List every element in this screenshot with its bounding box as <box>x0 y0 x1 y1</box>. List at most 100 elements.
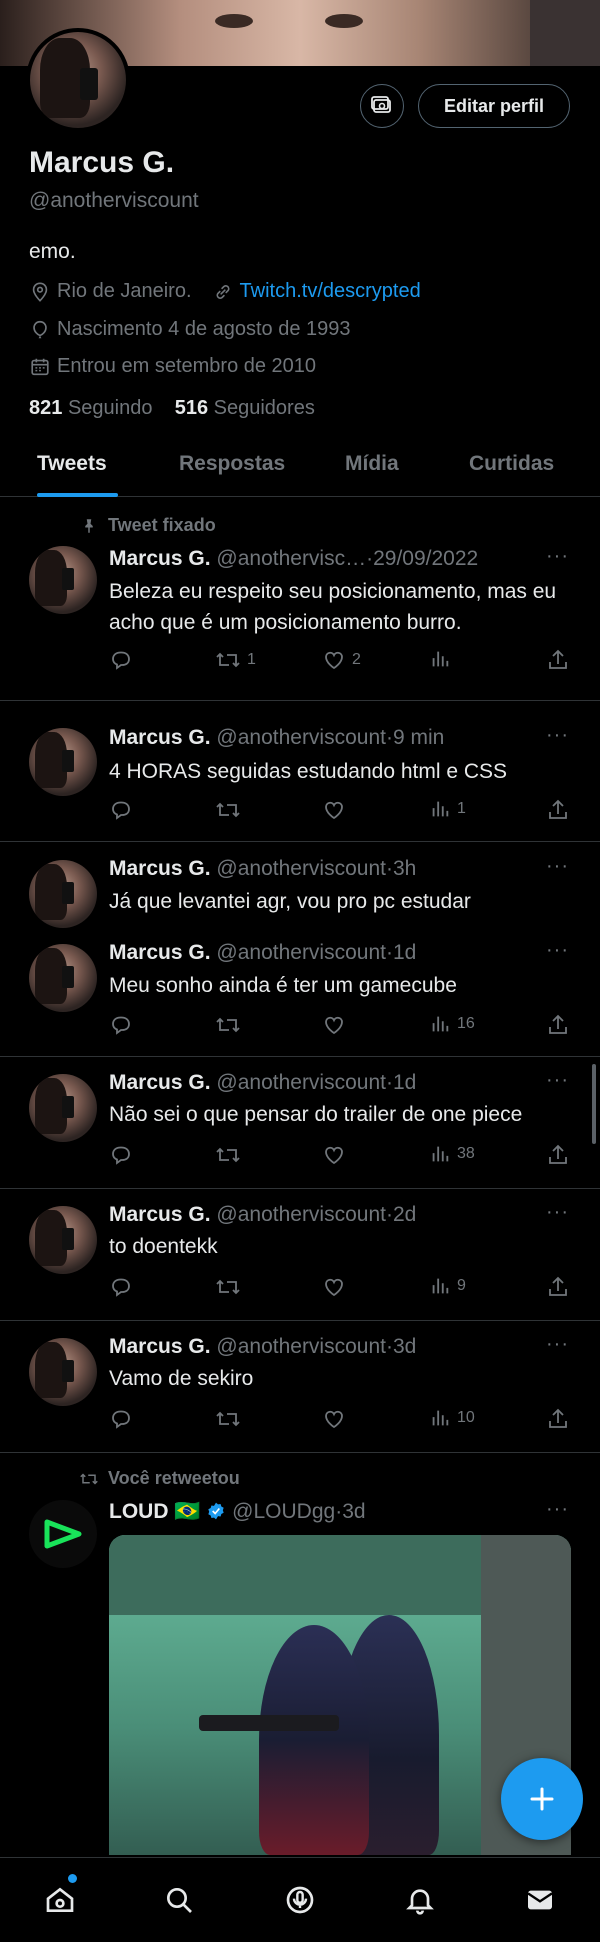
balloon-icon <box>33 320 47 338</box>
tweet-text[interactable]: Já que levantei agr, vou pro pc estudar <box>109 886 579 917</box>
reply-button[interactable] <box>109 798 139 822</box>
bell-icon <box>406 1889 434 1915</box>
heart-icon <box>325 801 343 820</box>
tweet-avatar[interactable] <box>29 546 97 614</box>
share-button[interactable] <box>546 1275 570 1299</box>
like-button[interactable] <box>322 1275 352 1299</box>
reply-button[interactable] <box>109 1275 139 1299</box>
profile-link[interactable]: Twitch.tv/descrypted <box>240 280 421 303</box>
retweet-button[interactable]: 1 <box>215 648 256 672</box>
views-button[interactable]: 1 <box>429 798 466 820</box>
tweet-avatar[interactable] <box>29 728 97 796</box>
reply-button[interactable] <box>109 1407 139 1431</box>
tweet-actions: 9 <box>109 1275 579 1301</box>
reply-button[interactable] <box>109 1013 139 1037</box>
retweet-button[interactable] <box>215 1013 247 1037</box>
views-button[interactable]: 10 <box>429 1407 475 1429</box>
tweet-card[interactable]: Marcus G. @anotherviscount·1d ··· Não se… <box>0 1058 600 1189</box>
nav-notifications[interactable] <box>400 1880 440 1920</box>
tweet-more-button[interactable]: ··· <box>546 1201 569 1224</box>
followers-link[interactable]: 516 Seguidores <box>175 397 315 419</box>
tweet-author-name: Marcus G. <box>109 1203 211 1226</box>
following-link[interactable]: 821 Seguindo <box>29 397 152 419</box>
tweet-more-button[interactable]: ··· <box>546 724 569 747</box>
link-icon <box>216 284 230 299</box>
tweet-more-button[interactable]: ··· <box>546 1069 569 1092</box>
nav-home[interactable] <box>40 1880 80 1920</box>
like-button[interactable] <box>322 1407 352 1431</box>
scrollbar[interactable] <box>592 1064 596 1144</box>
views-button[interactable]: 9 <box>429 1275 466 1297</box>
views-icon <box>432 1146 449 1162</box>
tweet-author-name: LOUD 🇧🇷 <box>109 1500 201 1523</box>
tweet-header: LOUD 🇧🇷 @LOUDgg·3d <box>109 1500 366 1523</box>
tweet-header: Marcus G. @anotherviscount·2d <box>109 1203 417 1226</box>
like-button[interactable] <box>322 1143 352 1167</box>
tweet-actions: 1 2 <box>109 648 579 674</box>
tab-tweets[interactable]: Tweets <box>37 452 107 476</box>
tweet-avatar[interactable] <box>29 944 97 1012</box>
profile-avatar[interactable] <box>26 28 130 132</box>
tab-curtidas[interactable]: Curtidas <box>469 452 554 476</box>
share-button[interactable] <box>546 1013 570 1037</box>
retweet-button[interactable] <box>215 1143 247 1167</box>
like-button[interactable]: 2 <box>322 648 361 672</box>
tweet-time: 3d <box>342 1500 366 1523</box>
loud-avatar[interactable] <box>29 1500 97 1568</box>
tweet-author-handle: @anotherviscount <box>216 726 386 749</box>
tweet-more-button[interactable]: ··· <box>546 1498 569 1521</box>
tweet-header: Marcus G. @anotherviscount·1d <box>109 941 417 964</box>
tweet-author-handle: @anotherviscount <box>216 1335 386 1358</box>
location-pin-icon <box>32 281 48 302</box>
tweet-author-handle: @anotherviscount <box>216 1203 386 1226</box>
share-icon <box>549 1408 567 1428</box>
reply-icon <box>112 1410 130 1429</box>
tweet-more-button[interactable]: ··· <box>546 1333 569 1356</box>
tweet-text[interactable]: Meu sonho ainda é ter um gamecube <box>109 970 579 1001</box>
views-icon <box>432 1410 449 1426</box>
tweet-card[interactable]: Marcus G. @anotherviscount·3d ··· Vamo d… <box>0 1322 600 1453</box>
tweet-more-button[interactable]: ··· <box>546 855 569 878</box>
tweet-avatar[interactable] <box>29 860 97 928</box>
tab-midia[interactable]: Mídia <box>345 452 399 476</box>
profile-bio: emo. <box>29 240 76 263</box>
compose-tweet-button[interactable] <box>501 1758 583 1840</box>
tweet-time: 2d <box>392 1203 417 1226</box>
heart-icon <box>325 1016 343 1035</box>
retweet-button[interactable] <box>215 1275 247 1299</box>
tweet-avatar[interactable] <box>29 1338 97 1406</box>
tweet-more-button[interactable]: ··· <box>546 939 569 962</box>
share-button[interactable] <box>546 1407 570 1431</box>
views-button[interactable] <box>429 648 457 670</box>
like-button[interactable] <box>322 798 352 822</box>
tweet-more-button[interactable]: ··· <box>546 545 569 568</box>
profile-location: Rio de Janeiro. <box>57 280 192 302</box>
nav-messages[interactable] <box>520 1880 560 1920</box>
views-button[interactable]: 38 <box>429 1143 475 1165</box>
nav-search[interactable] <box>159 1880 199 1920</box>
share-button[interactable] <box>546 648 570 672</box>
tweet-card[interactable]: Marcus G. @anothervisc…·29/09/2022 ··· B… <box>0 500 600 701</box>
tweet-card[interactable]: Marcus G. @anotherviscount·9 min ··· 4 H… <box>0 702 600 842</box>
tab-respostas[interactable]: Respostas <box>179 452 285 476</box>
professional-tools-button[interactable] <box>360 84 404 128</box>
share-button[interactable] <box>546 1143 570 1167</box>
retweet-icon <box>216 1279 240 1295</box>
retweet-icon <box>216 1411 240 1427</box>
reply-button[interactable] <box>109 648 139 672</box>
reply-button[interactable] <box>109 1143 139 1167</box>
share-button[interactable] <box>546 798 570 822</box>
views-button[interactable]: 16 <box>429 1013 475 1035</box>
nav-spaces[interactable] <box>280 1880 320 1920</box>
retweet-button[interactable] <box>215 1407 247 1431</box>
like-button[interactable] <box>322 1013 352 1037</box>
profile-joined-row: Entrou em setembro de 2010 <box>29 355 316 378</box>
retweet-icon <box>216 1147 240 1163</box>
tweet-card[interactable]: Marcus G. @anotherviscount·2d ··· to doe… <box>0 1190 600 1321</box>
edit-profile-button[interactable]: Editar perfil <box>418 84 570 128</box>
tweet-avatar[interactable] <box>29 1206 97 1274</box>
retweet-button[interactable] <box>215 798 247 822</box>
tweet-actions: 10 <box>109 1407 579 1433</box>
profile-birth: Nascimento 4 de agosto de 1993 <box>57 318 351 340</box>
tweet-avatar[interactable] <box>29 1074 97 1142</box>
